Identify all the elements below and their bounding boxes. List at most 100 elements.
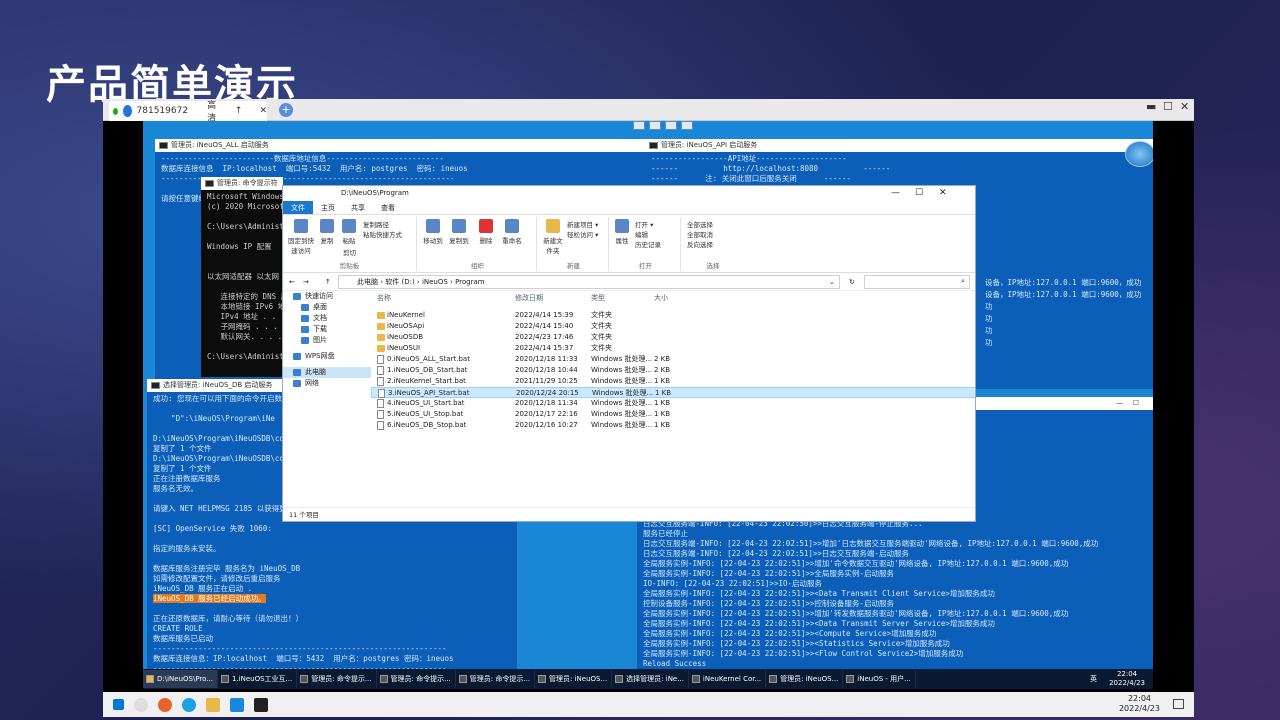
select-all-button[interactable]: 全部选择 [687,219,713,229]
select-none-button[interactable]: 全部取消 [687,229,713,239]
window-icon[interactable] [665,121,677,130]
explorer-titlebar[interactable]: D:\iNeuOS\Program — ☐ ✕ [283,186,975,201]
settings-icon[interactable] [681,121,693,130]
col-size[interactable]: 大小 [654,291,668,305]
nav-item[interactable]: 文档 [283,313,371,324]
taskbar-item[interactable]: 选择管理员: iNe... [612,670,689,688]
file-row[interactable]: 5.iNeuOS_UI_Stop.bat 2020/12/17 22:16 Wind… [371,409,975,420]
open-button[interactable]: 打开 ▾ [635,219,653,229]
firefox-icon[interactable] [158,697,172,712]
paste-shortcut-button[interactable]: 粘贴快捷方式 [363,229,402,239]
taskbar-item[interactable]: D:\iNeuOS\Pro... [143,670,218,688]
remote-tab[interactable]: 781519672 高清 ↑ ✕ [109,101,267,124]
kernel-minimize-icon[interactable]: — [1116,397,1123,410]
copy-path-button[interactable]: 复制路径 [363,219,389,229]
file-row[interactable]: 0.iNeuOS_ALL_Start.bat 2020/12/18 11:33 Wi… [371,354,975,365]
notification-icon[interactable] [1173,699,1184,709]
remote-avatar[interactable] [1125,141,1153,167]
nav-item[interactable]: 下载 [283,324,371,335]
up-icon[interactable]: ↑ [325,278,331,286]
history-button[interactable]: 历史记录 [635,239,661,249]
properties-button[interactable]: 属性 [613,219,631,245]
crumb-program[interactable]: Program [455,278,485,286]
file-row[interactable]: 1.iNeuOS_DB_Start.bat 2020/12/18 10:44 Win… [371,365,975,376]
new-folder-button[interactable]: 新建文件夹 [541,219,565,255]
remote-close-icon[interactable]: ✕ [1180,100,1189,113]
col-date[interactable]: 修改日期 [515,291,543,305]
taskbar-item[interactable]: 1.iNeuOS工业互... [218,670,298,688]
copy-to-button[interactable]: 复制到 [447,219,471,245]
new-tab-icon[interactable]: + [279,103,293,117]
tab-view[interactable]: 查看 [373,201,403,214]
address-bar[interactable]: 此电脑 › 软件 (D:) › iNeuOS › Program [338,275,840,289]
start-icon[interactable] [113,699,124,710]
file-row[interactable]: iNeuOSUI 2022/4/14 15:37 文件夹 [371,343,975,354]
edit-button[interactable]: 编辑 [635,229,648,239]
screen-icon[interactable] [649,121,661,130]
taskbar-item[interactable]: iNeuKernel Cor... [689,670,767,688]
file-row[interactable]: 3.iNeuOS_API_Start.bat 2020/12/24 20:15 Wi… [371,387,975,398]
rename-button[interactable]: 重命名 [499,219,525,245]
taskbar-item[interactable]: 管理员: 命令提示... [377,670,456,688]
file-row[interactable]: iNeuKernel 2022/4/14 15:39 文件夹 [371,310,975,321]
explorer-minimize-icon[interactable]: — [891,186,900,201]
cmd-api-titlebar[interactable]: 管理员: iNeuOS_API 启动服务 [645,139,1153,152]
address-dropdown-icon[interactable]: ⌄ [829,278,835,286]
move-to-button[interactable]: 移动到 [421,219,445,245]
taskbar-item[interactable]: 管理员: iNeuOS... [766,670,844,688]
crumb-ineuos[interactable]: iNeuOS [422,278,448,286]
tab-home[interactable]: 主页 [313,201,343,214]
monitor-icon[interactable] [633,121,645,130]
ime-indicator[interactable]: 英 [1090,674,1097,684]
paste-button[interactable]: 粘贴 [339,219,359,245]
taskbar-item[interactable]: 管理员: iNeuOS... [535,670,613,688]
file-row[interactable]: 4.iNeuOS_UI_Start.bat 2020/12/18 11:34 Win… [371,398,975,409]
cut-button[interactable]: 剪切 [343,247,356,257]
col-type[interactable]: 类型 [591,291,605,305]
nav-item[interactable]: 图片 [283,335,371,346]
explorer-maximize-icon[interactable]: ☐ [915,186,923,201]
new-item-button[interactable]: 新建项目 ▾ [567,219,598,229]
taskbar-item[interactable]: 管理员: 命令提示... [456,670,536,688]
remote-app-icon[interactable] [230,697,244,712]
forward-icon[interactable]: → [303,278,309,286]
delete-button[interactable]: 删除 [475,219,497,245]
nav-item[interactable]: 此电脑 [283,367,371,378]
back-icon[interactable]: ← [289,278,295,286]
pin-button[interactable]: 固定到快速访问 [287,219,315,255]
nav-item[interactable]: 桌面 [283,302,371,313]
file-row[interactable]: iNeuOSApi 2022/4/14 15:40 文件夹 [371,321,975,332]
explorer-close-icon[interactable]: ✕ [939,186,947,201]
refresh-icon[interactable]: ↻ [849,278,855,286]
cmd-prompt-titlebar[interactable]: 管理员: 命令提示符 [201,177,283,190]
nav-item[interactable]: 快速访问 [283,291,371,302]
terminal-icon[interactable] [254,697,268,712]
tab-share[interactable]: 共享 [343,201,373,214]
edge-icon[interactable] [182,697,196,712]
file-explorer-window[interactable]: D:\iNeuOS\Program — ☐ ✕ 文件 主页 共享 查看 固定到快… [282,185,976,522]
taskbar-item[interactable]: iNeuOS - 用户... [843,670,916,688]
search-input[interactable]: ⌕ [864,275,970,289]
taskbar-item[interactable]: 管理员: 命令提示... [297,670,377,688]
nav-item[interactable]: 网络 [283,378,371,389]
invert-selection-button[interactable]: 反向选择 [687,239,713,249]
tab-close-icon[interactable]: ✕ [259,106,267,116]
file-row[interactable]: iNeuOSDB 2022/4/23 17:46 文件夹 [371,332,975,343]
tab-file[interactable]: 文件 [283,201,313,214]
file-row[interactable]: 6.iNeuOS_DB_Stop.bat 2020/12/16 10:27 Wind… [371,420,975,431]
easy-access-button[interactable]: 轻松访问 ▾ [567,229,598,239]
cmd-all-titlebar[interactable]: 管理员: iNeuOS_ALL 启动服务 [155,139,645,152]
folder-icon[interactable] [206,697,220,712]
cmd-window-prompt[interactable]: 管理员: 命令提示符 Microsoft Windows [ (c) 2020 … [201,177,283,377]
nav-item[interactable]: WPS网盘 [283,351,371,362]
crumb-this-pc[interactable]: 此电脑 [357,278,378,286]
crumb-drive[interactable]: 软件 (D:) [385,278,414,286]
col-name[interactable]: 名称 [377,291,391,305]
file-date: 2022/4/14 15:37 [515,344,574,352]
file-row[interactable]: 2.iNeuKernel_Start.bat 2021/11/29 10:25 Wi… [371,376,975,387]
search-icon[interactable] [134,697,148,712]
copy-button[interactable]: 复制 [317,219,337,245]
kernel-maximize-icon[interactable]: ☐ [1133,397,1139,410]
remote-maximize-icon[interactable]: ☐ [1163,100,1173,113]
remote-minimize-icon[interactable]: ▬ [1146,100,1156,113]
